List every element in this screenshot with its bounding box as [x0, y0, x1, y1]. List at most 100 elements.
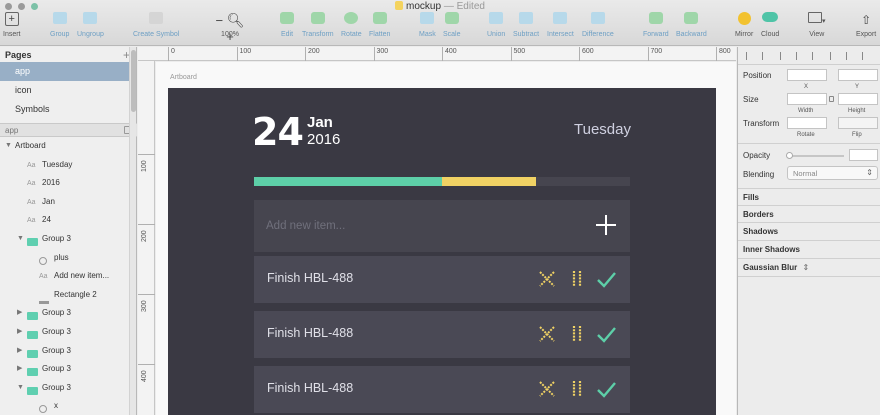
- disclosure-expanded-icon[interactable]: ▼: [5, 137, 12, 156]
- mirror-button[interactable]: Mirror: [735, 12, 753, 38]
- disclosure-collapsed-icon[interactable]: ▶: [17, 304, 22, 323]
- subtract-button[interactable]: Subtract: [513, 12, 539, 38]
- date-year[interactable]: 2016: [307, 131, 340, 148]
- insert-button[interactable]: + Insert: [3, 12, 21, 38]
- task-title[interactable]: Finish HBL-488: [267, 271, 353, 285]
- layer-item[interactable]: Aa 2016: [0, 174, 129, 193]
- align-top-icon[interactable]: [830, 52, 837, 60]
- flip-control[interactable]: [838, 117, 878, 129]
- delete-x-icon[interactable]: [537, 324, 557, 344]
- lock-ratio-icon[interactable]: [829, 96, 834, 102]
- ungroup-button[interactable]: Ungroup: [77, 12, 104, 38]
- task-card[interactable]: Finish HBL-488: [254, 366, 630, 413]
- task-card[interactable]: Finish HBL-488: [254, 256, 630, 303]
- layer-item[interactable]: Aa 24: [0, 211, 129, 230]
- opacity-field[interactable]: [849, 149, 878, 161]
- layer-item[interactable]: ▶ Group 3: [0, 360, 129, 379]
- weekday[interactable]: Tuesday: [574, 121, 631, 138]
- align-middle-icon[interactable]: [846, 52, 853, 60]
- pause-icon[interactable]: [567, 379, 587, 399]
- plus-icon[interactable]: [594, 213, 618, 237]
- group-button[interactable]: Group: [50, 12, 69, 38]
- layers-scrollbar[interactable]: [129, 47, 136, 415]
- ruler-tick: 400: [442, 47, 457, 61]
- edit-button[interactable]: Edit: [280, 12, 294, 38]
- align-left-icon[interactable]: [780, 52, 787, 60]
- pause-icon[interactable]: [567, 269, 587, 289]
- checkmark-icon[interactable]: [596, 324, 616, 344]
- shadows-section[interactable]: Shadows: [738, 222, 880, 240]
- pause-icon[interactable]: [567, 324, 587, 344]
- union-button[interactable]: Union: [487, 12, 505, 38]
- export-button[interactable]: ⇧ Export: [856, 12, 876, 38]
- forward-button[interactable]: Forward: [643, 12, 669, 38]
- layer-item[interactable]: ▶ Group 3: [0, 342, 129, 361]
- canvas[interactable]: Artboard 24 Jan 2016 Tuesday Finish HBL-…: [156, 62, 736, 415]
- artboard[interactable]: 24 Jan 2016 Tuesday Finish HBL-488 Finish…: [168, 88, 716, 415]
- delete-x-icon[interactable]: [537, 269, 557, 289]
- align-bottom-icon[interactable]: [862, 52, 869, 60]
- opacity-slider[interactable]: [786, 152, 844, 159]
- layer-item[interactable]: ▼ Group 3: [0, 230, 129, 249]
- chevron-updown-icon[interactable]: ⇕: [802, 263, 809, 272]
- position-y-field[interactable]: [838, 69, 878, 81]
- mask-button[interactable]: Mask: [419, 12, 436, 38]
- scale-button[interactable]: Scale: [443, 12, 461, 38]
- cloud-button[interactable]: Cloud: [761, 12, 779, 38]
- disclosure-collapsed-icon[interactable]: ▶: [17, 342, 22, 361]
- intersect-button[interactable]: Intersect: [547, 12, 574, 38]
- distribute-vertical-icon[interactable]: [762, 52, 769, 60]
- date-month[interactable]: Jan: [307, 114, 333, 131]
- fills-section[interactable]: Fills: [738, 188, 880, 206]
- disclosure-expanded-icon[interactable]: ▼: [17, 379, 24, 398]
- layer-item[interactable]: Rectangle 2: [0, 286, 129, 305]
- distribute-horizontal-icon[interactable]: [746, 52, 753, 60]
- rotate-button[interactable]: Rotate: [341, 12, 362, 38]
- layer-item[interactable]: ▶ Group 3: [0, 323, 129, 342]
- layer-item[interactable]: ▼ Artboard: [0, 137, 129, 156]
- position-x-field[interactable]: [787, 69, 827, 81]
- borders-section[interactable]: Borders: [738, 205, 880, 223]
- disclosure-collapsed-icon[interactable]: ▶: [17, 323, 22, 342]
- progress-bar[interactable]: [254, 177, 630, 186]
- task-title[interactable]: Finish HBL-488: [267, 381, 353, 395]
- difference-button[interactable]: Difference: [582, 12, 614, 38]
- task-title[interactable]: Finish HBL-488: [267, 326, 353, 340]
- inner-shadows-section[interactable]: Inner Shadows: [738, 240, 880, 258]
- artboard-label[interactable]: Artboard: [170, 74, 197, 81]
- opacity-slider-knob[interactable]: [786, 152, 793, 159]
- backward-button[interactable]: Backward: [676, 12, 707, 38]
- task-card[interactable]: Finish HBL-488: [254, 311, 630, 358]
- align-center-icon[interactable]: [796, 52, 803, 60]
- zoom-out-button[interactable]: −: [216, 13, 224, 29]
- rotate-field[interactable]: [787, 117, 827, 129]
- page-item-icon[interactable]: icon: [0, 81, 129, 100]
- disclosure-expanded-icon[interactable]: ▼: [17, 230, 24, 249]
- page-item-app[interactable]: app: [0, 62, 129, 81]
- page-item-symbols[interactable]: Symbols: [0, 100, 129, 119]
- date-day[interactable]: 24: [252, 110, 304, 154]
- layer-item[interactable]: x: [0, 397, 129, 415]
- flatten-button[interactable]: Flatten: [369, 12, 390, 38]
- layer-item[interactable]: Aa Add new item...: [0, 267, 129, 286]
- width-field[interactable]: [787, 93, 827, 105]
- gaussian-blur-section[interactable]: Gaussian Blur ⇕: [738, 258, 880, 276]
- layer-item[interactable]: plus: [0, 249, 129, 268]
- checkmark-icon[interactable]: [596, 269, 616, 289]
- align-right-icon[interactable]: [812, 52, 819, 60]
- height-field[interactable]: [838, 93, 878, 105]
- disclosure-collapsed-icon[interactable]: ▶: [17, 360, 22, 379]
- layer-item[interactable]: Aa Tuesday: [0, 156, 129, 175]
- layer-item[interactable]: ▼ Group 3: [0, 379, 129, 398]
- layer-item[interactable]: ▶ Group 3: [0, 304, 129, 323]
- create-symbol-button[interactable]: Create Symbol: [133, 12, 179, 38]
- new-item-input[interactable]: [266, 217, 546, 235]
- delete-x-icon[interactable]: [537, 379, 557, 399]
- view-button[interactable]: ▾ View: [808, 12, 826, 38]
- layer-item[interactable]: Aa Jan: [0, 193, 129, 212]
- checkmark-icon[interactable]: [596, 379, 616, 399]
- new-item-row[interactable]: [254, 200, 630, 252]
- layers-scroll-thumb[interactable]: [131, 50, 136, 112]
- blending-select[interactable]: Normal ⇕: [787, 166, 878, 180]
- transform-button[interactable]: Transform: [302, 12, 334, 38]
